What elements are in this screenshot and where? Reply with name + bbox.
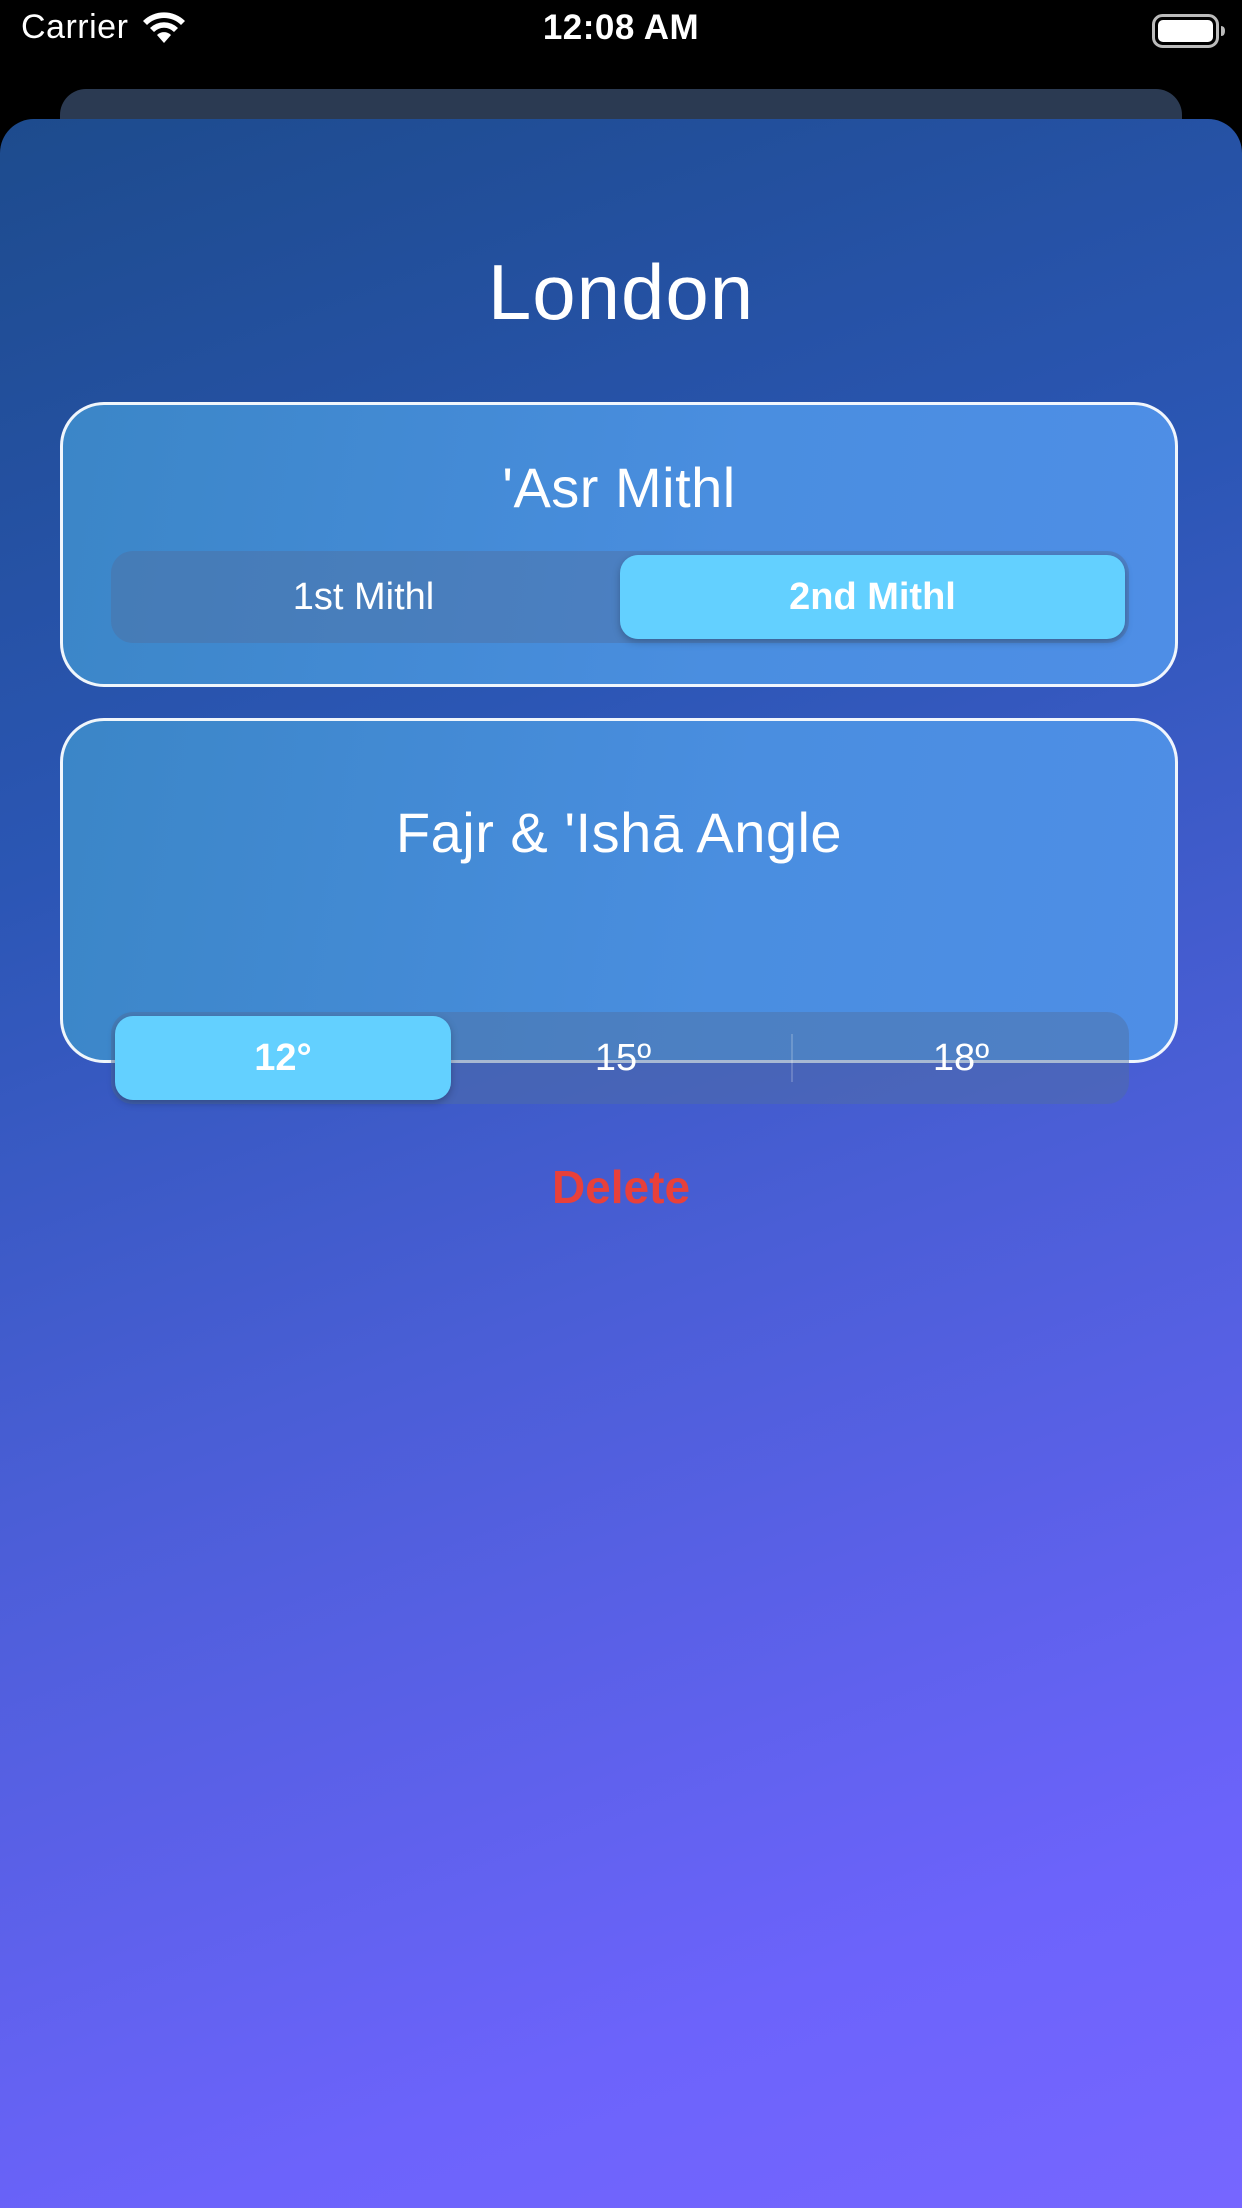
angle-segmented-control: 12° 15º 18º <box>111 1012 1129 1104</box>
page-title: London <box>487 248 755 336</box>
segment-12-degrees[interactable]: 12° <box>115 1016 451 1100</box>
city-settings-sheet: London 'Asr Mithl 1st Mithl 2nd Mithl Fa… <box>0 119 1242 2208</box>
status-bar: Carrier 12:08 AM <box>0 0 1242 62</box>
fajr-isha-angle-card: Fajr & 'Ishā Angle 12° 15º 18º <box>60 718 1178 1104</box>
fajr-isha-angle-title: Fajr & 'Ishā Angle <box>395 801 843 864</box>
segment-1st-mithl[interactable]: 1st Mithl <box>111 551 616 643</box>
screen: Carrier 12:08 AM London 'Asr Mithl 1st M… <box>0 0 1242 2208</box>
segment-15-degrees[interactable]: 15º <box>455 1012 791 1104</box>
delete-button[interactable]: Delete <box>0 1159 1242 1215</box>
status-time: 12:08 AM <box>542 8 700 47</box>
battery-icon <box>1152 14 1226 48</box>
asr-mithl-segmented-control: 1st Mithl 2nd Mithl <box>111 551 1129 643</box>
segment-18-degrees[interactable]: 18º <box>793 1012 1129 1104</box>
asr-mithl-title: 'Asr Mithl <box>502 456 736 519</box>
segment-2nd-mithl[interactable]: 2nd Mithl <box>620 555 1125 639</box>
asr-mithl-card: 'Asr Mithl 1st Mithl 2nd Mithl <box>60 402 1178 687</box>
